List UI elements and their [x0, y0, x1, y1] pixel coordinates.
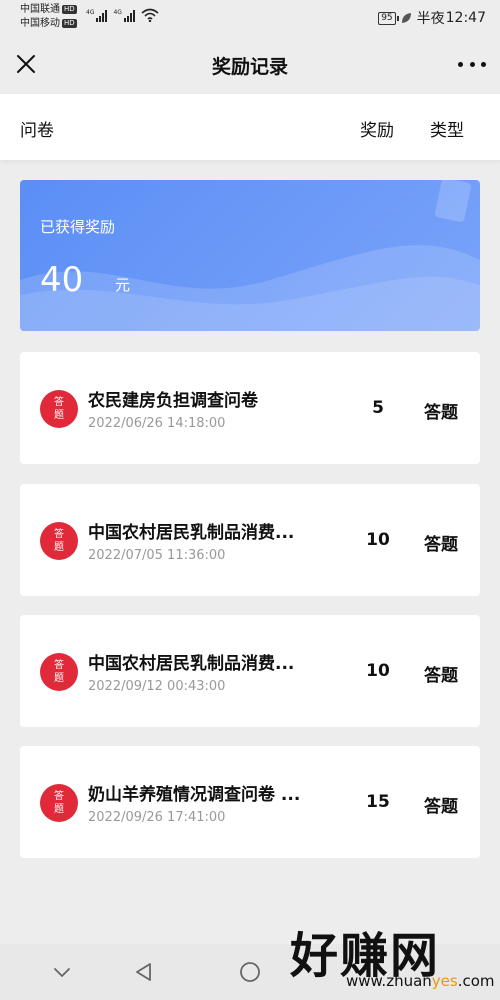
header-name: 问卷 — [20, 121, 54, 141]
more-icon-dot — [469, 61, 475, 67]
nav-bar: 奖励记录 — [0, 34, 500, 94]
wifi-icon — [141, 8, 159, 22]
record-type: 答题 — [424, 535, 458, 555]
banner-amount: 40 — [40, 260, 84, 300]
signal-icon: 4G — [113, 9, 135, 22]
answer-badge-icon: 答 题 — [40, 522, 78, 560]
badge-text: 题 — [54, 673, 64, 684]
watermark-url-highlight: yes — [431, 972, 458, 990]
record-amount: 10 — [366, 661, 390, 681]
battery-icon: 95 — [378, 11, 400, 25]
hd-badge: HD — [62, 5, 77, 14]
record-item[interactable]: 答 题 农民建房负担调查问卷 2022/06/26 14:18:00 5 答题 — [20, 352, 480, 464]
leaf-icon — [401, 13, 411, 23]
record-time: 2022/09/26 17:41:00 — [88, 810, 226, 825]
badge-text: 题 — [54, 542, 64, 553]
badge-text: 题 — [54, 804, 64, 815]
back-triangle-icon — [136, 963, 151, 981]
record-type: 答题 — [424, 797, 458, 817]
nav-back-button[interactable] — [132, 960, 156, 984]
record-title: 奶山羊养殖情况调查问卷 ... — [88, 785, 301, 805]
carrier-info: 中国联通 HD 中国移动 HD — [20, 3, 77, 31]
record-title: 中国农村居民乳制品消费... — [88, 523, 295, 543]
badge-text: 答 — [54, 397, 64, 408]
watermark-url-part: .com — [457, 972, 495, 990]
carrier-2-label: 中国移动 — [20, 18, 60, 29]
record-amount: 5 — [372, 398, 384, 418]
column-header: 问卷 奖励 类型 — [0, 94, 500, 160]
site-watermark: 好赚网 www.zhuanyes.com — [290, 916, 500, 1000]
nav-home-button[interactable] — [238, 960, 262, 984]
clock: 12:47 — [445, 10, 486, 26]
record-type: 答题 — [424, 403, 458, 423]
banner-label: 已获得奖励 — [40, 218, 116, 236]
badge-text: 答 — [54, 791, 64, 802]
signal-icons: 4G 4G — [86, 8, 159, 22]
record-type: 答题 — [424, 666, 458, 686]
header-reward: 奖励 — [360, 121, 394, 141]
hd-badge: HD — [62, 19, 77, 28]
reward-banner: 已获得奖励 40 元 — [20, 180, 480, 331]
answer-badge-icon: 答 题 — [40, 390, 78, 428]
record-amount: 10 — [366, 530, 390, 550]
mode-label: 半夜 — [416, 11, 445, 27]
home-circle-icon — [240, 962, 260, 982]
more-icon-dot — [481, 61, 486, 67]
record-title: 农民建房负担调查问卷 — [88, 391, 258, 411]
answer-badge-icon: 答 题 — [40, 784, 78, 822]
record-time: 2022/07/05 11:36:00 — [88, 548, 226, 563]
record-title: 中国农村居民乳制品消费... — [88, 654, 295, 674]
status-bar: 中国联通 HD 中国移动 HD 4G 4G 95 半夜 12:47 — [0, 0, 500, 34]
watermark-url: www.zhuanyes.com — [346, 972, 495, 990]
record-item[interactable]: 答 题 中国农村居民乳制品消费... 2022/07/05 11:36:00 1… — [20, 484, 480, 596]
chevron-down-icon — [54, 968, 70, 977]
carrier-1-label: 中国联通 — [20, 4, 60, 15]
record-time: 2022/06/26 14:18:00 — [88, 416, 226, 431]
banner-wave-decoration — [20, 180, 480, 331]
nav-down-button[interactable] — [50, 960, 74, 984]
record-time: 2022/09/12 00:43:00 — [88, 679, 226, 694]
badge-text: 答 — [54, 660, 64, 671]
more-button[interactable] — [458, 52, 486, 76]
answer-badge-icon: 答 题 — [40, 653, 78, 691]
net-type-label: 4G — [86, 9, 95, 16]
watermark-url-part: www.zhuan — [346, 972, 432, 990]
badge-text: 题 — [54, 410, 64, 421]
more-icon-dot — [458, 61, 463, 67]
page-title: 奖励记录 — [211, 56, 288, 78]
record-item[interactable]: 答 题 奶山羊养殖情况调查问卷 ... 2022/09/26 17:41:00 … — [20, 746, 480, 858]
status-right: 95 半夜 12:47 — [378, 8, 486, 28]
signal-icon: 4G — [86, 9, 108, 22]
header-type: 类型 — [430, 121, 464, 141]
record-amount: 15 — [366, 792, 390, 812]
banner-unit: 元 — [115, 276, 131, 294]
badge-text: 答 — [54, 529, 64, 540]
net-type-label: 4G — [113, 9, 122, 16]
record-item[interactable]: 答 题 中国农村居民乳制品消费... 2022/09/12 00:43:00 1… — [20, 615, 480, 727]
